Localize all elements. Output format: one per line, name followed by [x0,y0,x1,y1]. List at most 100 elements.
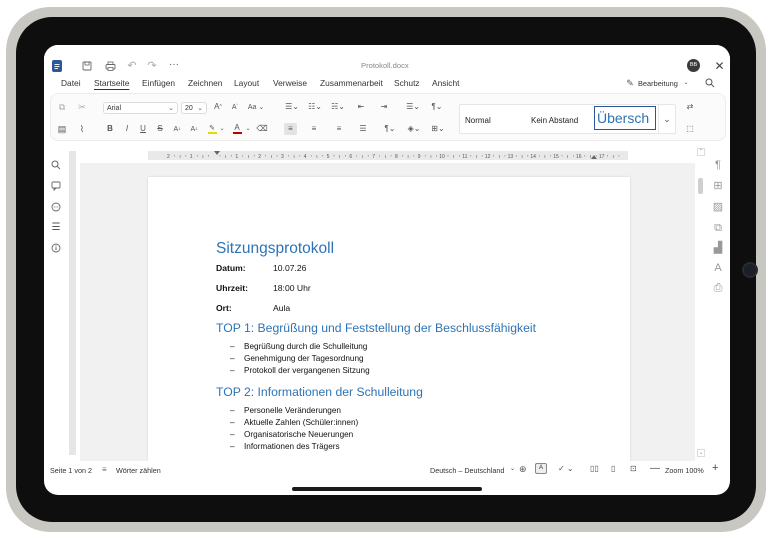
menu-datei[interactable]: Datei [61,78,81,88]
italic-icon[interactable]: I [122,124,132,134]
textart-settings-icon[interactable]: A [712,262,724,274]
shape-settings-icon[interactable]: ⧉ [712,222,724,234]
cut-icon[interactable]: ✂ [77,102,87,112]
menu-ansicht[interactable]: Ansicht [432,78,459,88]
ruler-number: 16 [576,154,582,160]
undo-icon[interactable]: ↶ [126,60,138,72]
list-bullet: – [230,406,235,415]
avatar[interactable]: BB [687,59,700,72]
format-painter-icon[interactable]: ⌇ [77,124,87,134]
redo-icon[interactable]: ↷ [146,60,158,72]
decrease-indent-icon[interactable]: ⇤ [355,102,367,112]
styles-expand-icon[interactable]: ⌄ [658,105,675,133]
ruler-tick [476,155,477,158]
menu-einfuegen[interactable]: Einfügen [142,78,175,88]
document-page[interactable]: Sitzungsprotokoll Datum: 10.07.26 Uhrzei… [148,177,630,461]
track-changes-icon[interactable]: ✓ ⌄ [558,464,574,473]
print-icon[interactable] [104,60,116,72]
menu-zusammenarbeit[interactable]: Zusammenarbeit [320,78,383,88]
paragraph-spacing-icon[interactable]: ¶⌄ [428,102,446,112]
align-left-icon[interactable]: ≡ [284,123,297,135]
increase-indent-icon[interactable]: ⇥ [378,102,390,112]
underline-icon[interactable]: U [138,124,148,134]
zoom-out-icon[interactable]: — [650,463,660,474]
align-right-icon[interactable]: ≡ [333,124,345,134]
copy-icon[interactable]: ⧉ [57,102,67,112]
chevron-down-icon: ⌄ [510,466,516,472]
globe-icon[interactable]: ⊕ [519,464,527,475]
comment-icon[interactable] [50,180,62,192]
paragraph-settings-icon[interactable]: ¶ [712,159,724,171]
info-icon[interactable] [50,242,62,254]
style-normal-label: Normal [465,116,491,125]
change-case-icon[interactable]: Aa ⌄ [247,102,265,112]
table-settings-icon[interactable]: ⊞ [712,180,724,192]
scroll-up-icon[interactable]: ⌃ [697,148,705,156]
font-color-icon[interactable]: A [231,123,243,135]
scrollbar-thumb[interactable] [698,178,703,194]
borders-icon[interactable]: ⊞⌄ [430,124,446,134]
line-spacing-icon[interactable]: ☰⌄ [405,102,421,112]
clear-formatting-icon[interactable]: ⌫ [256,124,268,134]
justify-icon[interactable]: ☰ [357,124,369,134]
bold-icon[interactable]: B [105,124,115,134]
language-select[interactable]: Deutsch – Deutschland [430,466,504,475]
paste-icon[interactable]: ▤ [57,124,67,134]
menu-startseite[interactable]: Startseite [94,78,129,88]
ruler-number: 12 [485,154,491,160]
strikethrough-icon[interactable]: S [155,124,165,134]
signature-settings-icon[interactable]: ⎙ [712,282,724,294]
scroll-down-icon[interactable]: ⌄ [697,449,705,457]
paragraph-marks-icon[interactable]: ¶⌄ [382,124,398,134]
more-icon[interactable]: ··· [167,59,181,71]
style-ueberschrift-label: Übersch [597,110,650,126]
menu-zeichnen[interactable]: Zeichnen [188,78,222,88]
chevron-down-icon[interactable]: ⌄ [219,125,225,133]
bullet-list-icon[interactable]: ☰⌄ [284,102,300,112]
chart-settings-icon[interactable]: ▟ [712,242,724,254]
menu-layout[interactable]: Layout [234,78,259,88]
read-mode-icon[interactable]: ▯▯ [590,464,599,473]
chevron-down-icon[interactable]: ⌄ [245,125,251,133]
font-name-select[interactable]: Arial ⌄ [103,102,178,114]
chat-icon[interactable] [50,201,62,213]
grow-font-icon[interactable]: A ^ [213,102,223,112]
superscript-icon[interactable]: A1 [172,124,182,134]
spellcheck-icon[interactable]: A [535,463,547,474]
subscript-icon[interactable]: A1 [189,124,199,134]
save-icon[interactable] [81,60,93,72]
search-icon[interactable] [704,77,716,89]
shading-icon[interactable]: ◈⌄ [406,124,422,134]
ruler-indent-marker[interactable] [214,151,220,155]
zoom-in-icon[interactable]: + [712,462,718,474]
replace-icon[interactable]: ⇄ [684,102,696,112]
ruler-right-indent-marker[interactable] [591,155,597,159]
edit-mode-dropdown[interactable]: Bearbeitung [638,79,678,88]
shrink-font-icon[interactable]: Aˇ [230,102,240,112]
align-center-icon[interactable]: ≡ [308,124,320,134]
numbered-list-icon[interactable]: ☷⌄ [307,102,323,112]
multilevel-list-icon[interactable]: ☵⌄ [330,102,346,112]
style-ueberschrift[interactable]: Übersch [594,106,656,130]
word-count-button[interactable]: Wörter zählen [116,466,161,475]
style-kein-abstand[interactable]: Kein Abstand [527,105,594,133]
print-layout-icon[interactable]: ▯ [611,464,615,473]
menu-verweise[interactable]: Verweise [273,78,307,88]
web-layout-icon[interactable]: ⊡ [630,464,637,473]
document-title[interactable]: Sitzungsprotokoll [216,240,334,258]
zoom-level[interactable]: Zoom 100% [665,466,704,475]
font-size-select[interactable]: 20 ⌄ [181,102,207,114]
page-indicator[interactable]: Seite 1 von 2 [50,466,92,475]
menu-schutz[interactable]: Schutz [394,78,420,88]
select-icon[interactable]: ⬚ [684,124,696,134]
list-bullet: – [230,366,235,375]
vertical-scrollbar[interactable]: ⌃ ⌄ [697,148,705,461]
highlight-icon[interactable]: ✎ [206,123,218,135]
search-icon[interactable] [50,159,62,171]
ruler-tick [271,155,272,158]
navigation-icon[interactable]: ☰ [50,222,62,234]
close-icon[interactable]: ✕ [713,59,726,72]
image-settings-icon[interactable]: ▨ [712,201,724,213]
style-normal[interactable]: Normal [460,105,527,133]
camera-dot [742,262,758,278]
